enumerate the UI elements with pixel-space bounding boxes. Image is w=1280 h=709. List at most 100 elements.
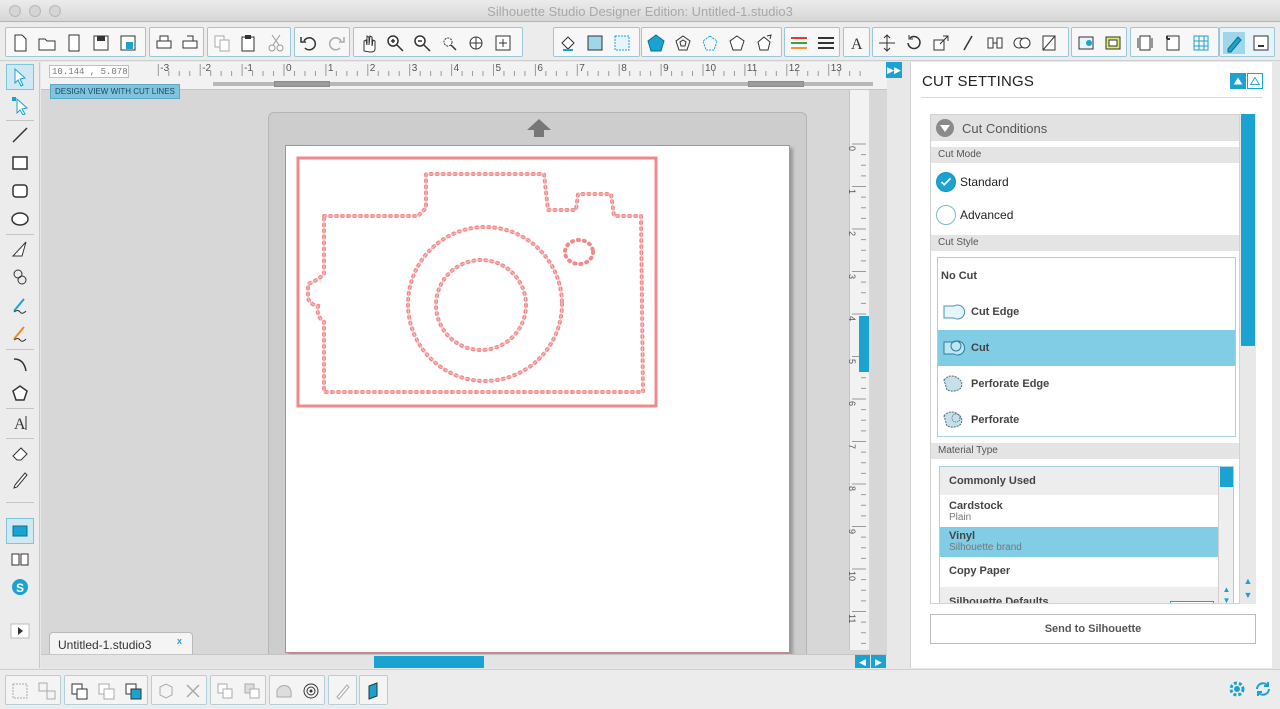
pentagon-shape-icon[interactable] bbox=[645, 32, 667, 54]
release-compound-path-icon[interactable] bbox=[95, 680, 117, 702]
material-scroll-down-icon[interactable]: ▼ bbox=[1220, 596, 1233, 603]
knife-icon[interactable] bbox=[1038, 32, 1060, 54]
camera-flash[interactable] bbox=[563, 238, 595, 266]
panel-scroll-thumb[interactable] bbox=[1241, 114, 1255, 346]
library-doc-icon[interactable] bbox=[63, 32, 85, 54]
sync-icon[interactable] bbox=[1252, 678, 1274, 700]
undo-icon[interactable] bbox=[298, 32, 320, 54]
panel-scroll-down-icon[interactable]: ▼ bbox=[1241, 590, 1255, 603]
group-icon[interactable] bbox=[9, 680, 31, 702]
camera-design[interactable] bbox=[286, 146, 791, 654]
drag-zoom-icon[interactable] bbox=[465, 32, 487, 54]
print-cut-3d-icon[interactable] bbox=[363, 680, 385, 702]
horizontal-scrollbar[interactable]: ◀ ▶ bbox=[41, 654, 887, 668]
shear-icon[interactable] bbox=[957, 32, 979, 54]
paste-icon[interactable] bbox=[238, 32, 260, 54]
settings-gear-icon[interactable] bbox=[1226, 678, 1248, 700]
new-document-icon[interactable] bbox=[9, 32, 31, 54]
bring-forward-icon[interactable] bbox=[122, 680, 144, 702]
curve-tool-icon[interactable] bbox=[6, 264, 34, 290]
copy-icon[interactable] bbox=[211, 32, 233, 54]
zoom-selection-icon[interactable] bbox=[438, 32, 460, 54]
trace-icon[interactable] bbox=[699, 32, 721, 54]
weld-icon[interactable] bbox=[1011, 32, 1033, 54]
print-icon[interactable] bbox=[153, 32, 175, 54]
add-remove-material-buttons[interactable] bbox=[1170, 601, 1214, 603]
panel-expand-button[interactable] bbox=[1247, 73, 1263, 89]
zoom-out-icon[interactable] bbox=[411, 32, 433, 54]
panel-scroll-up-icon[interactable]: ▲ bbox=[1241, 576, 1255, 589]
gradient-icon[interactable] bbox=[584, 32, 606, 54]
scroll-right-button[interactable]: ▶ bbox=[871, 655, 886, 668]
smooth-freehand-tool-icon[interactable] bbox=[6, 320, 34, 346]
design-canvas[interactable]: -3 -2 -1 0 1 2 3 4 5 6 7 8 9 10 11 12 13 10.144 , 5.078 … bbox=[41, 62, 887, 668]
ellipse-tool-icon[interactable] bbox=[6, 206, 34, 232]
material-copy-paper[interactable]: Copy Paper bbox=[940, 557, 1219, 587]
panel-scrollbar[interactable]: ▲ ▼ bbox=[1240, 114, 1256, 604]
send-backward-icon[interactable] bbox=[214, 680, 236, 702]
cut-conditions-header[interactable]: Cut Conditions bbox=[931, 115, 1239, 141]
material-scroll-up-icon[interactable]: ▲ bbox=[1220, 585, 1233, 595]
silhouette-store-icon[interactable]: S bbox=[6, 574, 34, 600]
edit-points-icon[interactable] bbox=[6, 92, 34, 118]
print-cut-icon[interactable] bbox=[179, 32, 201, 54]
send-to-cutter-icon[interactable] bbox=[1250, 32, 1272, 54]
arc-tool-icon[interactable] bbox=[6, 352, 34, 378]
cut-style-perforate[interactable]: Perforate bbox=[938, 402, 1235, 438]
delete-icon[interactable] bbox=[182, 680, 204, 702]
replicate-icon[interactable] bbox=[726, 32, 748, 54]
collapse-section-icon[interactable] bbox=[936, 119, 954, 137]
eraser-tool-icon[interactable] bbox=[6, 440, 34, 466]
page-setup-icon[interactable] bbox=[1134, 32, 1156, 54]
save-icon[interactable] bbox=[90, 32, 112, 54]
left-roller-handle[interactable] bbox=[274, 81, 330, 87]
rectangle-tool-icon[interactable] bbox=[6, 150, 34, 176]
design-page[interactable] bbox=[285, 145, 790, 653]
cut-style-no-cut[interactable]: No Cut bbox=[938, 258, 1235, 294]
save-to-library-icon[interactable] bbox=[117, 32, 139, 54]
text-style-icon[interactable]: A bbox=[846, 32, 868, 54]
select-pointer-icon[interactable] bbox=[6, 64, 34, 90]
cut-scissors-icon[interactable] bbox=[265, 32, 287, 54]
horizontal-scroll-thumb[interactable] bbox=[374, 656, 484, 668]
knife-tool-icon[interactable] bbox=[6, 468, 34, 494]
camera-outer-lens[interactable] bbox=[406, 225, 564, 383]
camera-body-outline[interactable] bbox=[306, 172, 646, 394]
material-cardstock[interactable]: Cardstock Plain bbox=[940, 497, 1219, 527]
polygon-tool-icon[interactable] bbox=[6, 236, 34, 262]
grid-settings-icon[interactable] bbox=[1190, 32, 1212, 54]
cut-style-cut[interactable]: Cut bbox=[938, 330, 1235, 366]
registration-marks-icon[interactable] bbox=[1162, 32, 1184, 54]
design-view-icon[interactable] bbox=[6, 518, 34, 544]
offset-icon[interactable] bbox=[672, 32, 694, 54]
line-tool-icon[interactable] bbox=[6, 122, 34, 148]
rotate-icon[interactable] bbox=[903, 32, 925, 54]
make-compound-path-icon[interactable] bbox=[68, 680, 90, 702]
ungroup-icon[interactable] bbox=[36, 680, 58, 702]
line-color-icon[interactable] bbox=[788, 32, 810, 54]
scale-icon[interactable] bbox=[930, 32, 952, 54]
regular-polygon-tool-icon[interactable] bbox=[6, 380, 34, 406]
material-vinyl[interactable]: Vinyl Silhouette brand bbox=[940, 527, 1219, 557]
send-to-silhouette-button[interactable]: Send to Silhouette bbox=[930, 614, 1256, 644]
library-view-icon[interactable] bbox=[6, 546, 34, 572]
close-tab-icon[interactable]: x bbox=[177, 636, 182, 646]
rounded-rectangle-tool-icon[interactable] bbox=[6, 178, 34, 204]
scroll-left-button[interactable]: ◀ bbox=[855, 655, 870, 668]
cut-settings-icon[interactable] bbox=[1223, 32, 1245, 54]
pattern-fill-icon[interactable] bbox=[611, 32, 633, 54]
duplicate-icon[interactable] bbox=[155, 680, 177, 702]
material-list-scrollbar[interactable]: ▲ ▼ bbox=[1218, 467, 1233, 603]
advanced-radio[interactable] bbox=[936, 205, 956, 225]
standard-radio[interactable] bbox=[936, 172, 956, 192]
text-tool-icon[interactable]: A bbox=[6, 410, 34, 436]
zoom-in-icon[interactable] bbox=[384, 32, 406, 54]
document-tab[interactable]: Untitled-1.studio3 x bbox=[49, 632, 193, 654]
fill-bucket-icon[interactable] bbox=[557, 32, 579, 54]
line-style-icon[interactable] bbox=[815, 32, 837, 54]
redo-icon[interactable] bbox=[325, 32, 347, 54]
material-group-commonly-used[interactable]: Commonly Used bbox=[940, 467, 1219, 495]
library-icon[interactable] bbox=[1075, 32, 1097, 54]
cut-style-perforate-edge[interactable]: Perforate Edge bbox=[938, 366, 1235, 402]
modify-icon[interactable] bbox=[753, 32, 775, 54]
